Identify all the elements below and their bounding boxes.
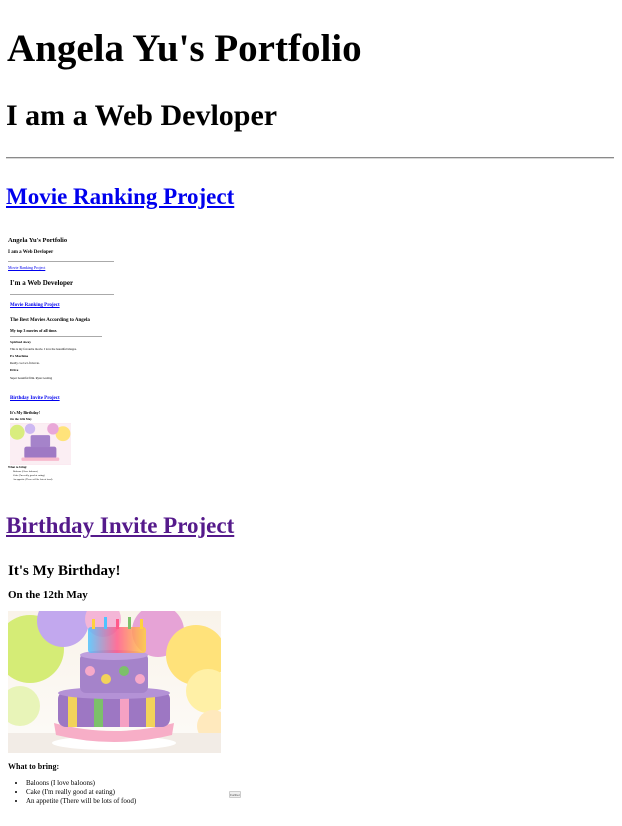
thumb-movie-2: Ex Machina xyxy=(10,354,29,358)
birthday-cake-image xyxy=(8,611,221,753)
thumb-bring-3: An appetite (There will be lots of food) xyxy=(13,478,53,481)
thumb-bring-2: Cake (I'm really good at eating) xyxy=(13,474,45,477)
thumb-birthday-date: On the 12th May xyxy=(10,417,32,421)
movie-ranking-link[interactable]: Movie Ranking Project xyxy=(6,182,234,212)
project-thumbnail[interactable]: Angela Yu's Portfolio I am a Web Devlope… xyxy=(7,232,117,482)
list-item: Baloons (I love baloons) xyxy=(26,779,136,788)
birthday-invite-link[interactable]: Birthday Invite Project xyxy=(6,511,234,541)
thumb-movie-2-note: Really cool sci-fi movie. xyxy=(10,361,40,365)
thumb-movie-3: Drive xyxy=(10,368,19,372)
bring-list: Baloons (I love baloons) Cake (I'm reall… xyxy=(8,779,136,805)
divider xyxy=(6,157,614,159)
page-subtitle: I am a Web Devloper xyxy=(6,99,278,132)
birthday-heading: It's My Birthday! xyxy=(8,563,121,579)
thumb-movie-1-note: This is my favourite movie. I love the b… xyxy=(10,347,77,351)
thumb-bring-heading: What to bring: xyxy=(8,465,28,469)
thumb-birthday-heading: It's My Birthday! xyxy=(10,410,40,415)
thumb-subtitle: I am a Web Devloper xyxy=(8,250,54,255)
thumb-movie-title: The Best Movies According to Angela xyxy=(10,318,90,323)
thumb-divider-3 xyxy=(10,336,102,337)
bring-heading: What to bring: xyxy=(8,762,60,771)
thumb-divider-2 xyxy=(10,294,114,295)
page-title: Angela Yu's Portfolio xyxy=(7,27,362,70)
list-item: An appetite (There will be lots of food) xyxy=(26,797,136,806)
thumb-divider xyxy=(8,261,114,262)
further-button[interactable]: Further xyxy=(229,791,241,798)
thumb-cake-image xyxy=(10,423,71,465)
thumb-title: Angela Yu's Portfolio xyxy=(8,237,68,244)
thumb-movie-3-note: Super beautiful film. Ryan Gosling xyxy=(10,376,53,380)
thumb-inner-heading: I'm a Web Developer xyxy=(10,279,74,287)
thumb-movie-subtitle: My top 3 movies of all time. xyxy=(10,328,58,333)
thumb-bring-1: Baloons (I love baloons) xyxy=(13,470,38,473)
list-item: Cake (I'm really good at eating) xyxy=(26,788,136,797)
thumb-link: Movie Ranking Project xyxy=(8,265,46,270)
birthday-date: On the 12th May xyxy=(8,589,88,601)
thumb-movie-link: Movie Ranking Project xyxy=(10,303,60,308)
thumb-birthday-link: Birthday Invite Project xyxy=(10,396,60,401)
thumb-movie-1: Spirited Away xyxy=(10,340,32,344)
